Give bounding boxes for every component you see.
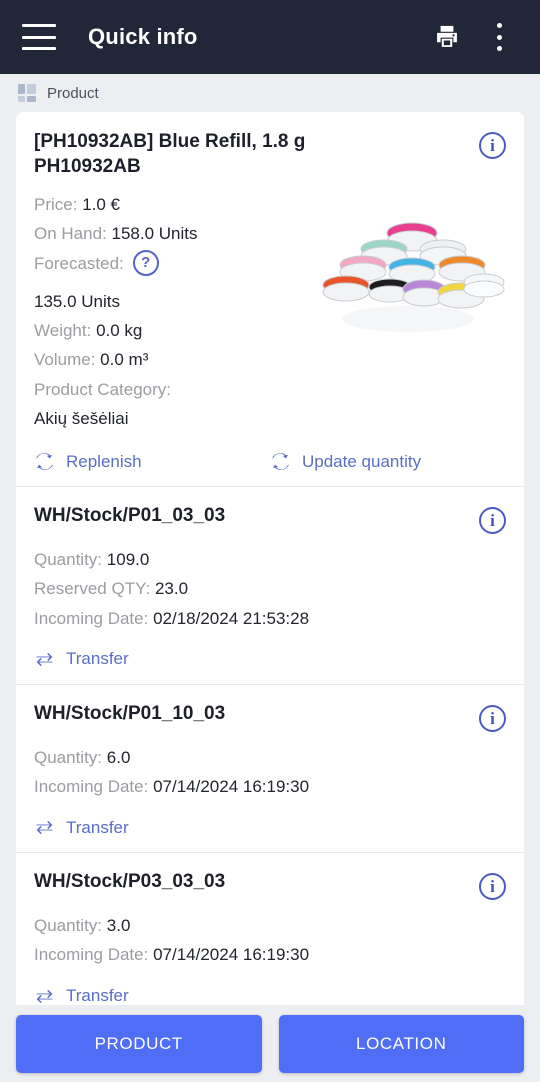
- category-label: Product Category:: [34, 379, 172, 399]
- quantity-label: Quantity:: [34, 747, 103, 767]
- transfer-label: Transfer: [66, 986, 129, 1005]
- tab-location[interactable]: LOCATION: [278, 1014, 524, 1073]
- location-section: WH/Stock/P01_10_03 i Quantity: 6.0 Incom…: [16, 685, 524, 854]
- on-hand-value: 158.0 Units: [111, 224, 198, 244]
- transfer-label: Transfer: [66, 649, 129, 669]
- incoming-date-label: Incoming Date:: [34, 608, 149, 628]
- transfer-arrows-icon: [36, 989, 53, 1003]
- info-card: [PH10932AB] Blue Refill, 1.8 g PH10932AB…: [16, 112, 524, 1005]
- kebab-menu-icon: [496, 23, 502, 51]
- printer-icon: [437, 25, 457, 47]
- location-name: WH/Stock/P03_03_03: [34, 871, 226, 893]
- price-field: Price: 1.0 €: [34, 190, 310, 219]
- quick-info-screen: Quick info Product [PH10932AB] Blue Refi…: [0, 0, 540, 1082]
- transfer-button[interactable]: Transfer: [34, 817, 506, 838]
- location-info-icon[interactable]: i: [479, 873, 506, 901]
- quantity-value: 109.0: [106, 550, 150, 570]
- transfer-button[interactable]: Transfer: [34, 649, 506, 670]
- print-button[interactable]: [424, 14, 470, 60]
- update-quantity-button[interactable]: Update quantity: [270, 451, 506, 472]
- location-fields: Quantity: 6.0 Incoming Date: 07/14/2024 …: [34, 732, 506, 801]
- location-header: WH/Stock/P01_03_03 i: [34, 504, 506, 535]
- incoming-date-field: Incoming Date: 02/18/2024 21:53:28: [34, 604, 506, 633]
- product-title: [PH10932AB] Blue Refill, 1.8 g PH10932AB: [34, 131, 306, 178]
- refresh-icon: [271, 453, 290, 471]
- transfer-arrows-icon: [36, 821, 53, 835]
- transfer-label: Transfer: [66, 817, 129, 837]
- replenish-button[interactable]: Replenish: [34, 451, 270, 472]
- product-body: Price: 1.0 € On Hand: 158.0 Units Foreca…: [34, 179, 506, 433]
- weight-label: Weight:: [34, 321, 92, 341]
- tab-product[interactable]: PRODUCT: [16, 1014, 262, 1073]
- location-header: WH/Stock/P03_03_03 i: [34, 870, 506, 901]
- grid-icon: [18, 84, 36, 102]
- reserved-qty-value: 23.0: [154, 579, 189, 599]
- transfer-button[interactable]: Transfer: [34, 986, 506, 1005]
- update-quantity-label: Update quantity: [302, 451, 422, 471]
- location-fields: Quantity: 3.0 Incoming Date: 07/14/2024 …: [34, 900, 506, 969]
- product-fields: Price: 1.0 € On Hand: 158.0 Units Foreca…: [34, 179, 310, 433]
- forecasted-field: Forecasted: ? 135.0 Units: [34, 249, 310, 316]
- cosmetic-jars-photo: [316, 197, 506, 353]
- price-label: Price:: [34, 195, 78, 215]
- incoming-date-field: Incoming Date: 07/14/2024 16:19:30: [34, 940, 506, 969]
- incoming-date-value: 07/14/2024 16:19:30: [153, 776, 310, 796]
- volume-value: 0.0 m³: [100, 350, 149, 370]
- product-info-icon[interactable]: i: [479, 132, 506, 159]
- transfer-arrows-icon: [36, 652, 53, 666]
- incoming-date-label: Incoming Date:: [34, 776, 149, 796]
- quantity-label: Quantity:: [34, 550, 103, 570]
- location-section: WH/Stock/P03_03_03 i Quantity: 3.0 Incom…: [16, 853, 524, 1005]
- page-title: Quick info: [88, 24, 198, 49]
- content-scroll-area[interactable]: [PH10932AB] Blue Refill, 1.8 g PH10932AB…: [0, 112, 540, 1005]
- bottom-tab-bar: PRODUCT LOCATION: [0, 1005, 540, 1082]
- product-header: [PH10932AB] Blue Refill, 1.8 g PH10932AB…: [34, 129, 506, 179]
- reserved-qty-label: Reserved QTY:: [34, 579, 151, 599]
- quantity-field: Quantity: 3.0: [34, 911, 506, 940]
- category-value: Akių šešėliai: [34, 408, 129, 428]
- replenish-label: Replenish: [66, 451, 142, 471]
- incoming-date-label: Incoming Date:: [34, 945, 149, 965]
- app-bar: Quick info: [0, 0, 540, 74]
- volume-label: Volume:: [34, 350, 96, 370]
- location-fields: Quantity: 109.0 Reserved QTY: 23.0 Incom…: [34, 534, 506, 633]
- incoming-date-value: 02/18/2024 21:53:28: [153, 608, 310, 628]
- volume-field: Volume: 0.0 m³: [34, 345, 310, 374]
- location-section: WH/Stock/P01_03_03 i Quantity: 109.0 Res…: [16, 487, 524, 685]
- weight-field: Weight: 0.0 kg: [34, 316, 310, 345]
- quantity-field: Quantity: 109.0: [34, 545, 506, 574]
- location-name: WH/Stock/P01_03_03: [34, 505, 226, 527]
- weight-value: 0.0 kg: [96, 321, 143, 341]
- quantity-value: 3.0: [106, 916, 131, 936]
- breadcrumb[interactable]: Product: [0, 74, 540, 112]
- refresh-icon: [35, 453, 54, 471]
- forecasted-label: Forecasted:: [34, 253, 124, 273]
- price-value: 1.0 €: [82, 195, 121, 215]
- help-circle-icon[interactable]: ?: [132, 250, 159, 277]
- product-actions: Replenish Update quantity: [34, 451, 506, 472]
- quantity-value: 6.0: [106, 747, 131, 767]
- quantity-field: Quantity: 6.0: [34, 743, 506, 772]
- location-info-icon[interactable]: i: [479, 507, 506, 535]
- forecasted-value: 135.0 Units: [34, 291, 120, 311]
- location-header: WH/Stock/P01_10_03 i: [34, 702, 506, 732]
- incoming-date-value: 07/14/2024 16:19:30: [153, 945, 310, 965]
- product-image: [316, 197, 506, 353]
- on-hand-field: On Hand: 158.0 Units: [34, 219, 310, 248]
- location-name: WH/Stock/P01_10_03: [34, 702, 226, 724]
- app-bar-actions: [424, 14, 522, 60]
- category-field: Product Category: Akių šešėliai: [34, 375, 310, 433]
- reserved-qty-field: Reserved QTY: 23.0: [34, 574, 506, 603]
- product-section: [PH10932AB] Blue Refill, 1.8 g PH10932AB…: [16, 112, 524, 488]
- overflow-menu-button[interactable]: [476, 14, 522, 60]
- quantity-label: Quantity:: [34, 916, 103, 936]
- incoming-date-field: Incoming Date: 07/14/2024 16:19:30: [34, 772, 506, 801]
- location-info-icon[interactable]: i: [479, 704, 506, 732]
- breadcrumb-label: Product: [47, 84, 99, 102]
- on-hand-label: On Hand:: [34, 224, 107, 244]
- hamburger-icon[interactable]: [22, 24, 56, 50]
